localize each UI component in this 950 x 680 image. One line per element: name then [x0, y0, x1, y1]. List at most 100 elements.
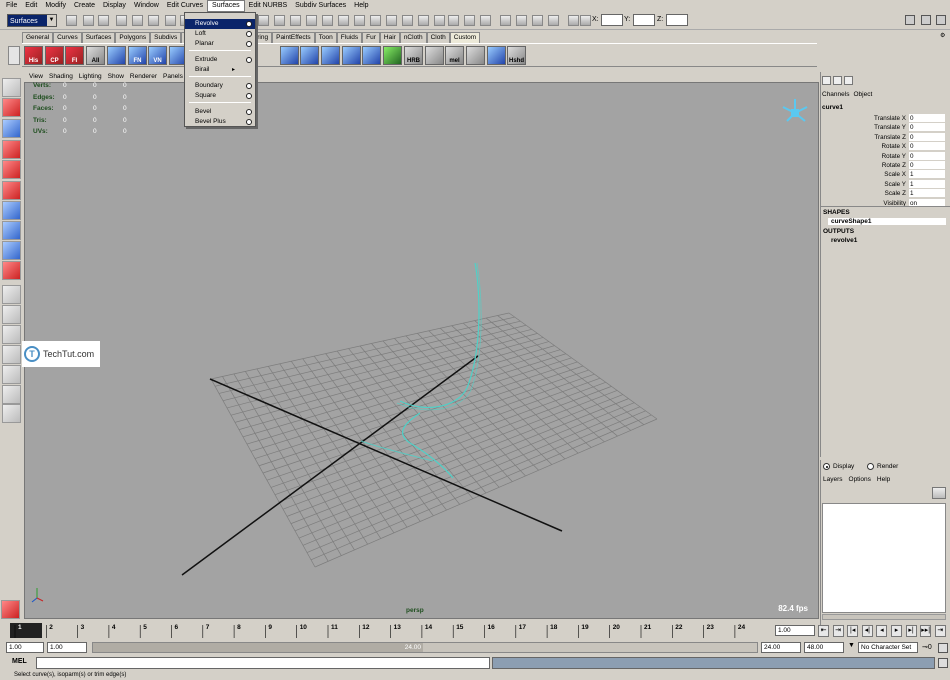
toolbox-tool-14[interactable] — [2, 365, 21, 384]
status-tool-icon[interactable] — [532, 15, 543, 26]
status-tool-icon[interactable] — [448, 15, 459, 26]
status-tool-icon[interactable] — [386, 15, 397, 26]
status-tool-icon[interactable] — [580, 15, 591, 26]
shelf-tab-surfaces[interactable]: Surfaces — [81, 32, 116, 43]
channel-layer-icon[interactable] — [844, 76, 853, 85]
shelf-button-13[interactable] — [383, 46, 402, 65]
layer-editor-icon[interactable] — [833, 76, 842, 85]
channel-attr-value[interactable]: 0 — [909, 123, 945, 132]
menu-item-extrude[interactable]: Extrude — [185, 55, 255, 65]
status-tool-icon[interactable] — [290, 15, 301, 26]
status-tool-icon[interactable] — [402, 15, 413, 26]
option-box-icon[interactable] — [246, 21, 252, 27]
panel-menu-panels[interactable]: Panels — [160, 72, 186, 82]
shelf-tab-toon[interactable]: Toon — [314, 32, 337, 43]
shelf-tab-fluids[interactable]: Fluids — [336, 32, 363, 43]
shelf-button-6[interactable]: VN — [148, 46, 167, 65]
status-tool-icon[interactable] — [568, 15, 579, 26]
status-tool-icon[interactable] — [258, 15, 269, 26]
step-back-frame-icon[interactable]: |◂ — [847, 625, 859, 637]
menu-item-boundary[interactable]: Boundary — [185, 81, 255, 91]
toolbox-tool-8[interactable] — [2, 241, 21, 260]
play-forward-icon[interactable]: ▸ — [891, 625, 902, 637]
channel-row-rotate-z[interactable]: Rotate Z0 — [822, 161, 946, 170]
playback-end-field[interactable]: 24.00 — [761, 642, 801, 653]
status-tool-icon[interactable] — [165, 15, 176, 26]
shelf-tab-subdivs[interactable]: Subdivs — [150, 32, 182, 43]
option-box-icon[interactable] — [246, 31, 252, 37]
toolbox-tool-9[interactable] — [2, 261, 21, 280]
shelf-button-0[interactable]: His — [24, 46, 43, 65]
output-node[interactable]: revolve1 — [831, 237, 857, 244]
channel-row-scale-y[interactable]: Scale Y1 — [822, 179, 946, 189]
mel-label[interactable]: MEL — [12, 658, 27, 665]
display-radio[interactable]: Display — [823, 463, 854, 470]
channel-attr-value[interactable]: 0 — [909, 161, 945, 169]
channel-attr-value[interactable]: 0 — [909, 151, 945, 160]
toolbox-tool-15[interactable] — [2, 385, 21, 404]
start-time-field[interactable]: 1.00 — [6, 642, 44, 653]
status-tool-icon[interactable] — [66, 15, 77, 26]
channel-row-rotate-y[interactable]: Rotate Y0 — [822, 151, 946, 161]
toolbox-tool-2[interactable] — [2, 119, 21, 138]
menu-window[interactable]: Window — [130, 0, 163, 12]
play-back-icon-2[interactable]: ◂ — [876, 625, 888, 637]
channel-row-scale-z[interactable]: Scale Z1 — [822, 189, 946, 198]
toolbox-tool-1[interactable] — [2, 98, 21, 117]
menu-item-planar[interactable]: Planar — [185, 39, 255, 49]
menu-edit-nurbs[interactable]: Edit NURBS — [245, 0, 292, 12]
mel-command-input[interactable] — [36, 657, 490, 669]
object-menu[interactable]: Object — [853, 91, 872, 98]
channel-row-rotate-x[interactable]: Rotate X0 — [822, 142, 946, 151]
character-set-selector[interactable]: No Character Set — [858, 642, 918, 653]
menu-item-loft[interactable]: Loft — [185, 29, 255, 39]
z-field[interactable] — [666, 14, 688, 26]
status-tool-icon[interactable] — [548, 15, 559, 26]
layer-list[interactable] — [822, 503, 946, 613]
options-menu[interactable]: Options — [849, 476, 871, 483]
end-time-field[interactable]: 48.00 — [804, 642, 844, 653]
shelf-button-11[interactable] — [342, 46, 361, 65]
toolbox-tool-3[interactable] — [2, 140, 21, 159]
status-tool-icon[interactable] — [148, 15, 159, 26]
shelf-tab-fur[interactable]: Fur — [362, 32, 380, 43]
status-tool-icon[interactable] — [480, 15, 491, 26]
menu-file[interactable]: File — [2, 0, 21, 12]
toolbox-tool-4[interactable] — [2, 160, 21, 179]
shelf-button-16[interactable]: mel — [445, 46, 464, 65]
menu-surfaces[interactable]: Surfaces — [207, 0, 245, 12]
status-tool-icon[interactable] — [370, 15, 381, 26]
step-forward-key-icon[interactable]: ▸▸| — [920, 625, 932, 637]
shelf-button-15[interactable] — [425, 46, 444, 65]
toolbox-tool-13[interactable] — [2, 345, 21, 364]
menu-item-bevel-plus[interactable]: Bevel Plus — [185, 117, 255, 127]
shelf-button-14[interactable]: HRB — [404, 46, 423, 65]
script-editor-icon[interactable] — [938, 658, 948, 668]
show-attr-editor-icon[interactable] — [905, 15, 915, 25]
status-tool-icon[interactable] — [464, 15, 475, 26]
channel-row-scale-x[interactable]: Scale X1 — [822, 170, 946, 179]
menu-item-revolve[interactable]: Revolve — [185, 19, 255, 29]
current-frame-field[interactable]: 1.00 — [775, 625, 815, 636]
shelf-button-19[interactable]: Hshd — [507, 46, 526, 65]
status-tool-icon[interactable] — [322, 15, 333, 26]
menu-subdiv-surfaces[interactable]: Subdiv Surfaces — [291, 0, 350, 12]
toolbox-tool-10[interactable] — [2, 285, 21, 304]
channels-menu[interactable]: Channels — [822, 91, 849, 98]
shelf-button-9[interactable] — [300, 46, 319, 65]
option-box-icon[interactable] — [246, 109, 252, 115]
shelf-tab-hair[interactable]: Hair — [379, 32, 400, 43]
channel-icon[interactable] — [822, 76, 831, 85]
playback-start-field[interactable]: 1.00 — [47, 642, 87, 653]
shelf-tab-general[interactable]: General — [22, 32, 54, 43]
status-tool-icon[interactable] — [274, 15, 285, 26]
shelf-button-2[interactable]: FI — [65, 46, 84, 65]
channel-attr-value[interactable]: 1 — [909, 170, 945, 179]
shelf-button-10[interactable] — [321, 46, 340, 65]
toolbox-tool-16[interactable] — [2, 404, 21, 423]
option-box-icon[interactable] — [246, 83, 252, 89]
menu-set-selector[interactable]: Surfaces ▼ — [7, 14, 57, 27]
status-tool-icon[interactable] — [98, 15, 109, 26]
channel-attr-value[interactable]: 1 — [909, 179, 945, 188]
option-box-icon[interactable] — [246, 41, 252, 47]
